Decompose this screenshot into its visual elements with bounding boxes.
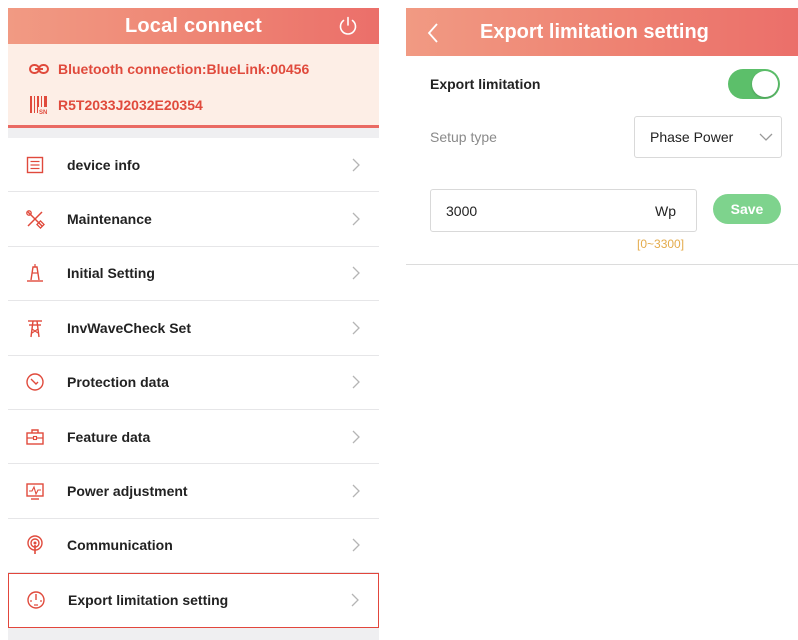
list-icon: [24, 154, 46, 176]
link-icon: [28, 58, 50, 80]
settings-menu: device info Maintenance Initial Setting …: [8, 138, 379, 628]
serial-row: SN R5T2033J2032E20354: [28, 92, 379, 118]
menu-item-label: Power adjustment: [67, 483, 188, 500]
power-value-input[interactable]: 3000 Wp: [430, 189, 697, 232]
chevron-right-icon: [352, 212, 360, 226]
menu-item-label: Feature data: [67, 428, 151, 445]
serial-number: R5T2033J2032E20354: [58, 97, 203, 113]
export-limitation-label: Export limitation: [430, 76, 541, 92]
power-icon[interactable]: [337, 15, 359, 37]
chevron-right-icon: [352, 158, 360, 172]
chevron-right-icon: [352, 321, 360, 335]
menu-item-label: InvWaveCheck Set: [67, 319, 191, 336]
menu-item-communication[interactable]: Communication: [8, 519, 379, 574]
back-arrow-icon[interactable]: [426, 22, 440, 44]
export-limitation-header: Export limitation setting: [406, 8, 798, 56]
briefcase-icon: [24, 426, 46, 448]
menu-item-feature-data[interactable]: Feature data: [8, 410, 379, 465]
setup-type-label: Setup type: [430, 129, 497, 145]
menu-item-label: Protection data: [67, 374, 169, 391]
menu-item-label: device info: [67, 156, 141, 173]
menu-item-initial-setting[interactable]: Initial Setting: [8, 247, 379, 302]
menu-item-invwavecheck-set[interactable]: InvWaveCheck Set: [8, 301, 379, 356]
power-value: 3000: [446, 202, 478, 219]
svg-text:SN: SN: [39, 110, 47, 116]
menu-item-maintenance[interactable]: Maintenance: [8, 192, 379, 247]
chevron-right-icon: [352, 430, 360, 444]
tools-icon: [24, 208, 46, 230]
menu-item-label: Communication: [67, 537, 173, 554]
range-hint: [0~3300]: [637, 237, 685, 251]
local-connect-header: Local connect: [8, 8, 379, 44]
chevron-right-icon: [352, 538, 360, 552]
app-root: Local connect Bluetooth connection:BlueL…: [0, 0, 798, 640]
chevron-right-icon: [351, 593, 359, 607]
toggle-knob: [752, 71, 778, 97]
export-limitation-toggle[interactable]: [728, 69, 780, 99]
tower-icon: [24, 317, 46, 339]
speedometer-icon: [25, 589, 47, 611]
monitor-icon: [24, 480, 46, 502]
chevron-right-icon: [352, 484, 360, 498]
menu-item-power-adjustment[interactable]: Power adjustment: [8, 464, 379, 519]
initial-setting-icon: [24, 262, 46, 284]
bluetooth-connection-text: Bluetooth connection:BlueLink:00456: [58, 61, 310, 77]
barcode-sn-icon: SN: [28, 94, 50, 116]
setup-type-value: Phase Power: [650, 129, 734, 145]
page-title: Local connect: [124, 14, 263, 37]
menu-item-label: Export limitation setting: [68, 592, 229, 609]
setup-type-row: Setup type Phase Power: [406, 112, 798, 162]
menu-item-label: Maintenance: [67, 211, 152, 228]
setup-type-select[interactable]: Phase Power: [634, 116, 782, 158]
chevron-down-icon: [759, 133, 773, 141]
page-title: Export limitation setting: [480, 20, 709, 43]
divider: [406, 264, 798, 265]
bluetooth-row: Bluetooth connection:BlueLink:00456: [28, 56, 379, 82]
menu-item-protection-data[interactable]: Protection data: [8, 356, 379, 410]
gauge-icon: [24, 371, 46, 393]
signal-icon: [24, 534, 46, 556]
power-unit: Wp: [655, 202, 676, 219]
menu-item-device-info[interactable]: device info: [8, 138, 379, 193]
menu-item-export-limitation-setting[interactable]: Export limitation setting: [8, 573, 379, 628]
connection-card: Bluetooth connection:BlueLink:00456 SN R…: [8, 44, 379, 128]
export-limitation-row: Export limitation: [406, 56, 798, 112]
chevron-right-icon: [352, 267, 360, 280]
export-limitation-screen: Export limitation setting Export limitat…: [406, 8, 798, 640]
menu-item-label: Initial Setting: [67, 265, 155, 282]
chevron-right-icon: [352, 375, 360, 389]
save-button[interactable]: Save: [713, 194, 781, 224]
local-connect-screen: Local connect Bluetooth connection:BlueL…: [8, 8, 379, 640]
